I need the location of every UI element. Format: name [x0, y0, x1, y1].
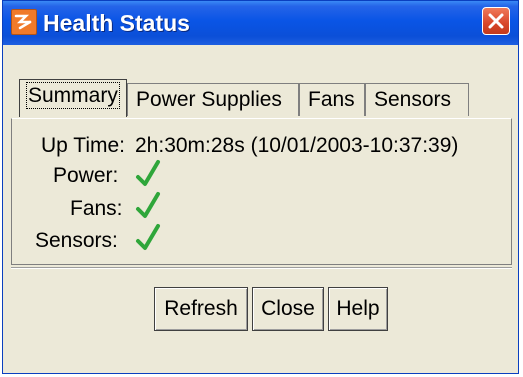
health-status-window: Health Status Summary Power Supplies Fan…: [2, 0, 519, 374]
checkmark-icon: [135, 159, 161, 189]
title-bar[interactable]: Health Status: [3, 1, 518, 45]
tab-power-supplies[interactable]: Power Supplies: [127, 83, 299, 116]
checkmark-icon: [135, 191, 161, 221]
help-button[interactable]: Help: [328, 287, 388, 331]
close-icon[interactable]: [482, 7, 510, 35]
power-label: Power:: [53, 164, 119, 187]
close-button[interactable]: Close: [252, 287, 324, 331]
tab-sensors-label: Sensors: [374, 88, 452, 111]
tab-sensors[interactable]: Sensors: [365, 83, 469, 116]
tab-summary[interactable]: Summary: [19, 79, 127, 117]
checkmark-icon: [135, 223, 161, 253]
refresh-button[interactable]: Refresh: [154, 287, 248, 331]
fans-label: Fans:: [70, 197, 123, 220]
uptime-label: Up Time:: [41, 134, 126, 157]
tab-fans[interactable]: Fans: [299, 83, 365, 116]
window-title: Health Status: [43, 10, 190, 36]
uptime-value: 2h:30m:28s (10/01/2003-10:37:39): [135, 134, 459, 157]
sensors-label: Sensors:: [35, 229, 118, 252]
app-icon: [11, 9, 37, 35]
tab-summary-label: Summary: [26, 82, 120, 109]
divider: [11, 267, 512, 269]
tab-power-supplies-label: Power Supplies: [136, 88, 282, 111]
tab-fans-label: Fans: [308, 88, 355, 111]
